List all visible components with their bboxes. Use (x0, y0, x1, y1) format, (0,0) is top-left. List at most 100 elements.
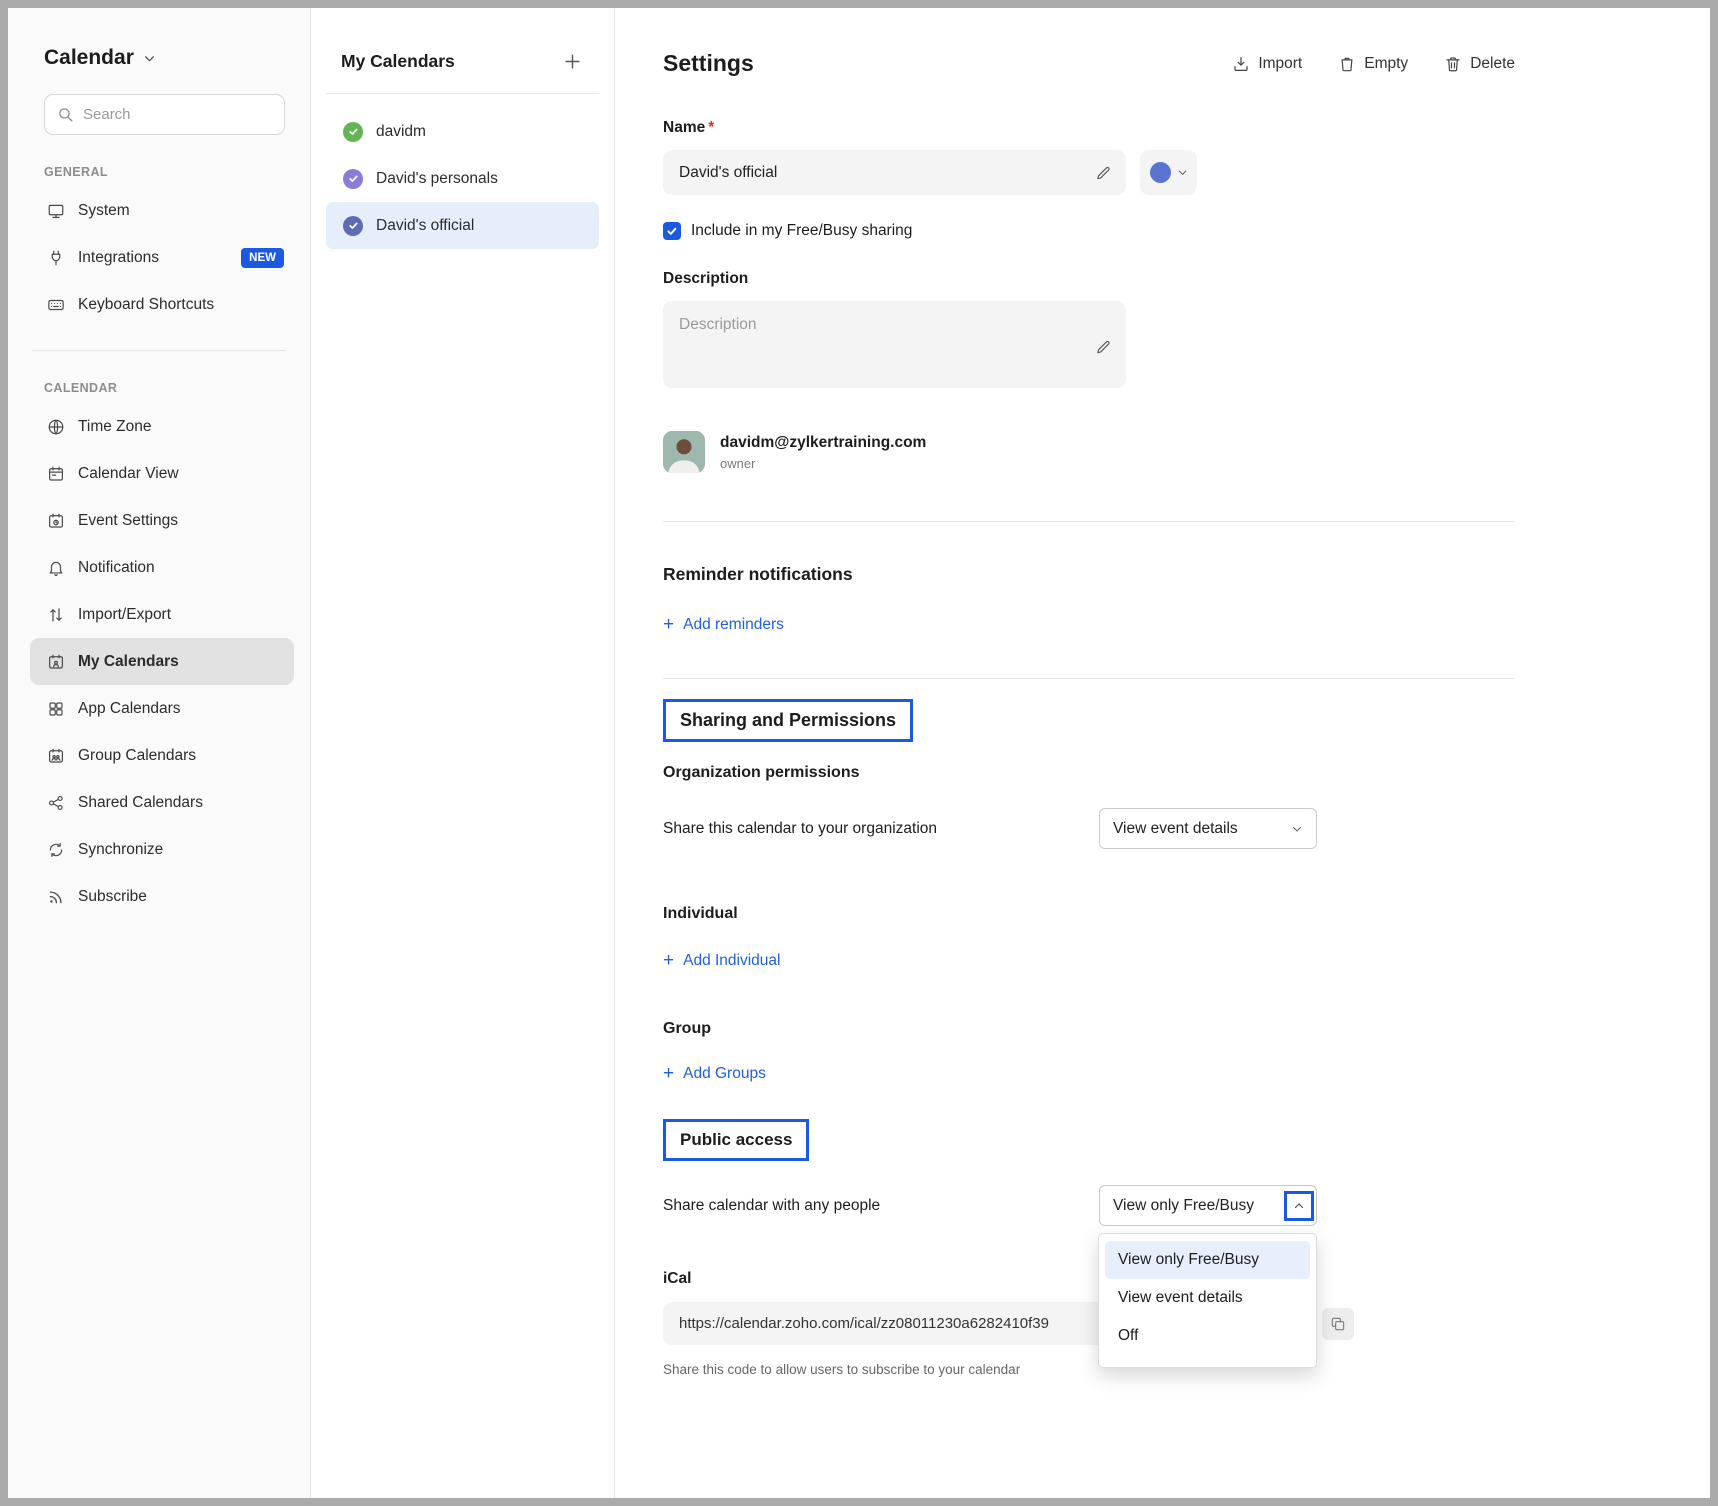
add-reminders-button[interactable]: + Add reminders (663, 615, 784, 634)
sidebar-item-integrations[interactable]: Integrations NEW (30, 234, 294, 281)
group-heading: Group (663, 1020, 1515, 1038)
sidebar-item-label: Calendar View (78, 465, 179, 483)
keyboard-icon (46, 296, 65, 314)
event-settings-icon (46, 512, 65, 530)
add-calendar-button[interactable] (561, 50, 584, 73)
plus-icon (563, 52, 582, 71)
sidebar-item-notification[interactable]: Notification (30, 544, 294, 591)
calendar-name: David's personals (376, 170, 498, 188)
sidebar-item-group-calendars[interactable]: Group Calendars (30, 732, 294, 779)
name-input[interactable] (663, 150, 1126, 195)
public-access-value: View only Free/Busy (1113, 1197, 1254, 1215)
app-calendars-icon (46, 700, 65, 718)
ical-label: iCal (663, 1270, 1515, 1288)
import-button[interactable]: Import (1232, 55, 1302, 73)
import-icon (1232, 55, 1250, 73)
sidebar-item-calendar-view[interactable]: Calendar View (30, 450, 294, 497)
empty-label: Empty (1364, 55, 1408, 73)
sidebar-item-label: App Calendars (78, 700, 181, 718)
ical-hint-text: Share this code to allow users to subscr… (663, 1362, 1515, 1377)
shared-calendars-icon (46, 794, 65, 812)
sidebar-item-label: Synchronize (78, 841, 163, 859)
color-dot (1150, 162, 1171, 183)
section-label-calendar: CALENDAR (44, 381, 310, 395)
description-input[interactable] (663, 301, 1126, 388)
owner-email: davidm@zylkertraining.com (720, 434, 926, 452)
my-calendars-icon (46, 653, 65, 671)
sharing-permissions-heading: Sharing and Permissions (663, 699, 913, 742)
divider (663, 521, 1515, 522)
delete-label: Delete (1470, 55, 1515, 73)
org-permission-select[interactable]: View event details (1099, 808, 1317, 849)
sidebar-item-event-settings[interactable]: Event Settings (30, 497, 294, 544)
add-individual-button[interactable]: + Add Individual (663, 951, 780, 970)
panel-title: My Calendars (341, 51, 455, 72)
freebusy-checkbox[interactable] (663, 222, 681, 240)
edit-pencil-icon[interactable] (1095, 339, 1112, 356)
delete-button[interactable]: Delete (1444, 55, 1515, 73)
app-title: Calendar (44, 46, 134, 70)
sidebar-section-calendar: CALENDAR Time Zone Calendar View Event S… (8, 381, 310, 920)
sidebar-item-label: Group Calendars (78, 747, 196, 765)
integrations-icon (46, 249, 65, 267)
chevron-up-icon (1293, 1200, 1305, 1212)
sidebar-item-label: Event Settings (78, 512, 178, 530)
plus-icon: + (663, 615, 674, 634)
required-mark: * (708, 119, 714, 136)
dropdown-option-view-only-freebusy[interactable]: View only Free/Busy (1105, 1241, 1310, 1279)
calendar-list-item-davids-personals[interactable]: David's personals (326, 155, 599, 202)
sidebar-item-app-calendars[interactable]: App Calendars (30, 685, 294, 732)
public-access-select[interactable]: View only Free/Busy (1099, 1185, 1317, 1226)
sidebar-item-synchronize[interactable]: Synchronize (30, 826, 294, 873)
app-window: Calendar GENERAL System (8, 8, 1710, 1498)
search-box[interactable] (44, 94, 285, 135)
select-toggle-highlight[interactable] (1284, 1191, 1314, 1221)
sidebar-item-label: Shared Calendars (78, 794, 203, 812)
import-export-icon (46, 606, 65, 624)
search-input[interactable] (83, 106, 272, 123)
empty-icon (1338, 55, 1356, 73)
description-label: Description (663, 270, 1515, 288)
calendar-list-item-davids-official[interactable]: David's official (326, 202, 599, 249)
sidebar-item-shared-calendars[interactable]: Shared Calendars (30, 779, 294, 826)
my-calendars-panel: My Calendars davidm David's personals (311, 8, 615, 1498)
public-access-dropdown-menu: View only Free/Busy View event details O… (1098, 1233, 1317, 1368)
chevron-down-icon (1291, 823, 1303, 835)
add-reminders-label: Add reminders (683, 616, 784, 634)
chevron-down-icon[interactable] (143, 52, 156, 65)
empty-button[interactable]: Empty (1338, 55, 1408, 73)
trash-icon (1444, 55, 1462, 73)
calendar-check-icon (343, 169, 363, 189)
org-permission-value: View event details (1113, 820, 1238, 838)
copy-ical-button[interactable] (1322, 1308, 1354, 1340)
page-title: Settings (663, 50, 754, 77)
monitor-icon (46, 202, 65, 220)
sidebar-item-system[interactable]: System (30, 187, 294, 234)
sidebar-item-time-zone[interactable]: Time Zone (30, 403, 294, 450)
avatar (663, 431, 705, 473)
search-icon (57, 106, 74, 123)
subscribe-icon (46, 888, 65, 906)
sidebar-item-my-calendars[interactable]: My Calendars (30, 638, 294, 685)
dropdown-option-off[interactable]: Off (1105, 1317, 1310, 1355)
sidebar-item-keyboard-shortcuts[interactable]: Keyboard Shortcuts (30, 281, 294, 328)
dropdown-option-view-event-details[interactable]: View event details (1105, 1279, 1310, 1317)
sidebar-section-general: GENERAL System Integrations NEW Keyboard… (8, 165, 310, 328)
calendar-color-picker[interactable] (1140, 150, 1197, 195)
edit-pencil-icon[interactable] (1095, 164, 1112, 181)
calendar-list-item-davidm[interactable]: davidm (326, 108, 599, 155)
group-calendars-icon (46, 747, 65, 765)
divider (663, 678, 1515, 679)
public-share-label: Share calendar with any people (663, 1197, 880, 1215)
import-label: Import (1258, 55, 1302, 73)
add-groups-label: Add Groups (683, 1065, 766, 1083)
sidebar-item-label: Notification (78, 559, 155, 577)
sidebar-item-label: Import/Export (78, 606, 171, 624)
org-share-label: Share this calendar to your organization (663, 820, 937, 838)
sidebar-item-subscribe[interactable]: Subscribe (30, 873, 294, 920)
sidebar-item-label: System (78, 202, 130, 220)
section-label-general: GENERAL (44, 165, 310, 179)
add-groups-button[interactable]: + Add Groups (663, 1064, 766, 1083)
sidebar-item-import-export[interactable]: Import/Export (30, 591, 294, 638)
owner-row: davidm@zylkertraining.com owner (663, 431, 1515, 473)
